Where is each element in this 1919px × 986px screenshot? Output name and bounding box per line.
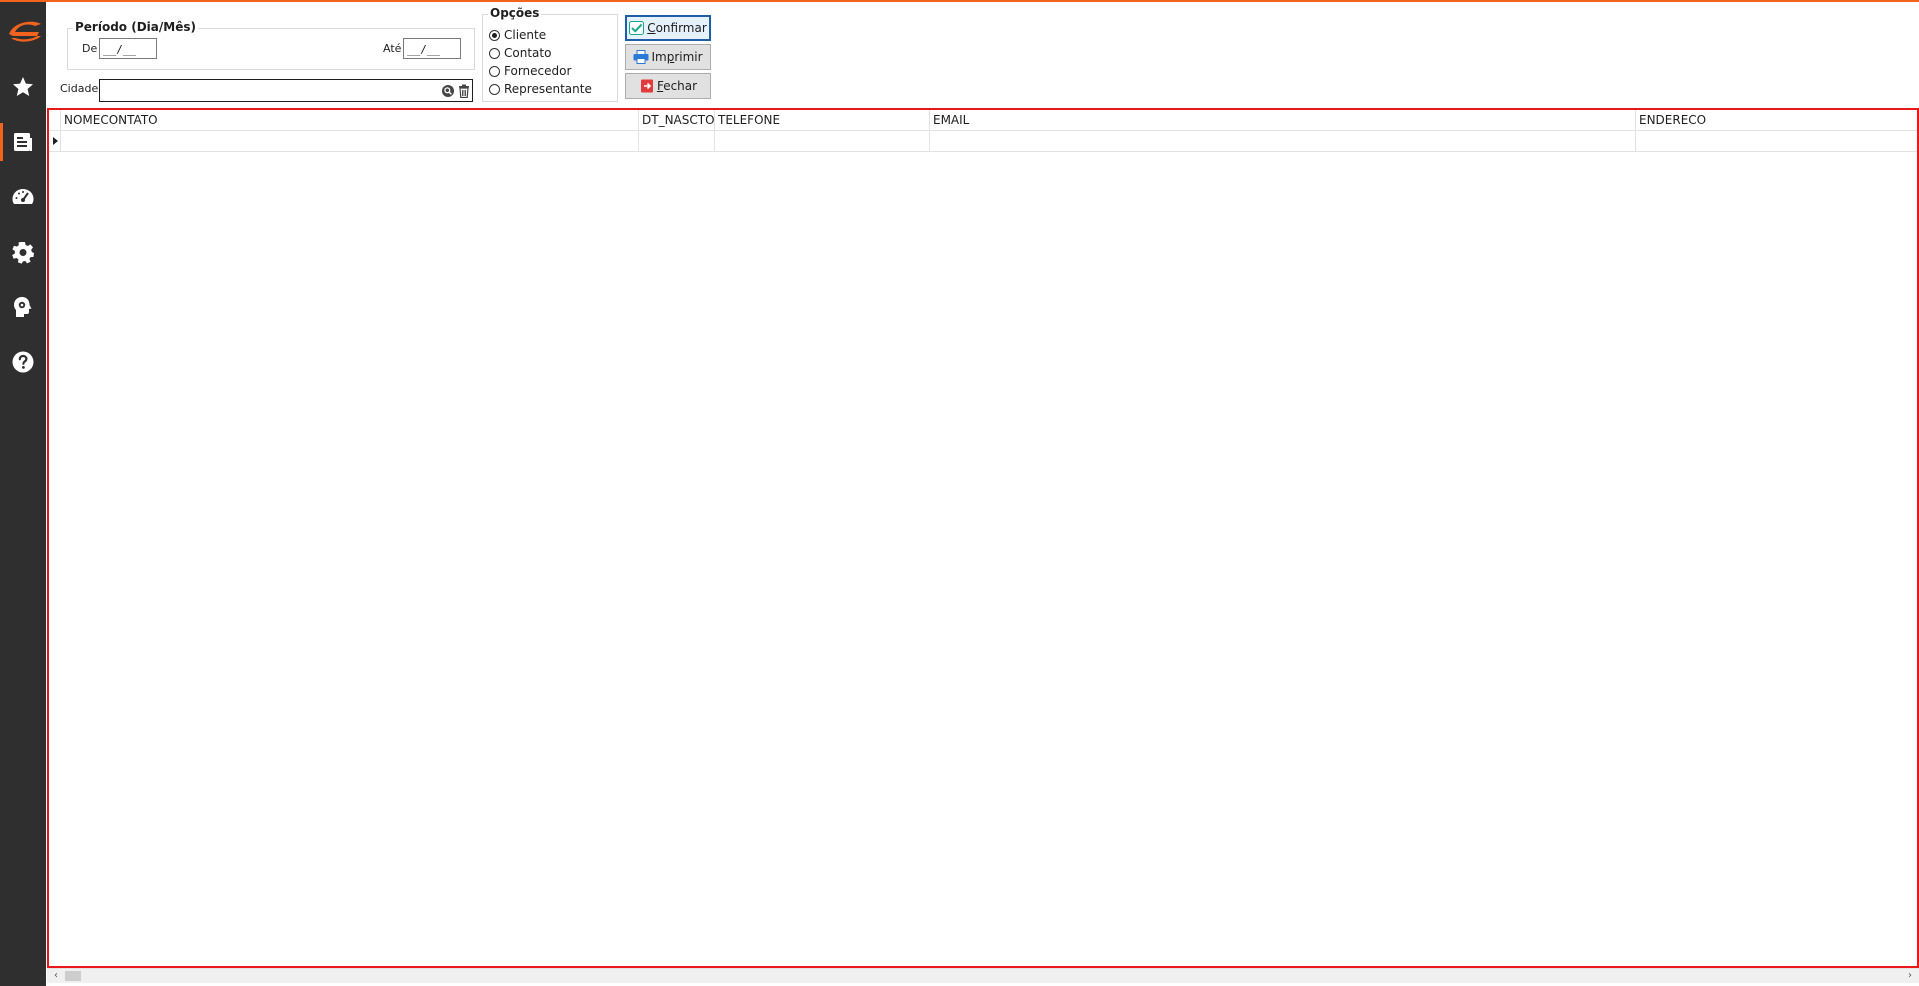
horizontal-scrollbar[interactable]: ‹ › (47, 968, 1919, 983)
option-cliente-label: Cliente (504, 28, 547, 42)
sidebar-item-favorites[interactable] (0, 64, 46, 110)
period-legend: Período (Dia/Mês) (73, 20, 198, 34)
grid-header: NOMECONTATO DT_NASCTO TELEFONE EMAIL END… (49, 110, 1917, 131)
sidebar-item-help[interactable] (0, 339, 46, 385)
period-to-input[interactable]: __/__ (403, 38, 461, 59)
printer-icon (633, 50, 649, 64)
column-header-email[interactable]: EMAIL (930, 110, 1636, 130)
cell-email[interactable] (930, 131, 1636, 151)
star-icon (13, 77, 33, 96)
scroll-left-icon[interactable]: ‹ (49, 969, 63, 983)
sidebar-item-reports[interactable] (0, 119, 46, 165)
sidebar (0, 2, 46, 986)
results-grid[interactable]: NOMECONTATO DT_NASCTO TELEFONE EMAIL END… (47, 108, 1919, 968)
confirm-label: Confirmar (647, 21, 707, 35)
option-representante[interactable]: Representante (489, 81, 592, 97)
top-accent-line (0, 0, 1919, 2)
column-header-nomecontato[interactable]: NOMECONTATO (61, 110, 639, 130)
print-button[interactable]: Imprimir (625, 44, 711, 70)
radio-representante[interactable] (489, 83, 500, 95)
column-header-endereco[interactable]: ENDERECO (1636, 110, 1917, 130)
option-contato-label: Contato (504, 46, 552, 60)
sidebar-item-settings[interactable] (0, 229, 46, 275)
period-from-label: De (82, 42, 98, 55)
option-contato[interactable]: Contato (489, 45, 551, 61)
table-row[interactable] (49, 131, 1917, 152)
city-input[interactable] (99, 79, 473, 102)
check-icon (629, 21, 645, 35)
period-from-input[interactable]: __/__ (99, 38, 157, 59)
option-representante-label: Representante (504, 82, 592, 96)
city-label: Cidade (60, 82, 99, 95)
cell-dt-nascto[interactable] (639, 131, 715, 151)
option-fornecedor-label: Fornecedor (504, 64, 572, 78)
cell-endereco[interactable] (1636, 131, 1917, 151)
close-button[interactable]: Fechar (625, 73, 711, 99)
radio-cliente[interactable] (489, 29, 500, 41)
brand-logo-icon[interactable] (5, 14, 45, 44)
help-icon (12, 351, 34, 373)
column-header-dt-nascto[interactable]: DT_NASCTO (639, 110, 715, 130)
radio-contato[interactable] (489, 47, 500, 59)
option-cliente[interactable]: Cliente (489, 27, 546, 43)
sidebar-item-intelligence[interactable] (0, 284, 46, 330)
options-legend: Opções (488, 6, 542, 20)
scroll-right-icon[interactable]: › (1903, 969, 1917, 983)
row-pointer-icon (53, 137, 58, 145)
speedometer-icon (12, 189, 34, 204)
option-fornecedor[interactable]: Fornecedor (489, 63, 571, 79)
print-label: Imprimir (651, 50, 703, 64)
cell-nomecontato[interactable] (61, 131, 639, 151)
scrollbar-thumb[interactable] (65, 971, 81, 981)
close-label: Fechar (656, 79, 698, 93)
search-icon[interactable] (441, 84, 455, 98)
sidebar-item-dashboard[interactable] (0, 174, 46, 220)
period-to-label: Até (383, 42, 402, 55)
row-indicator-cell (49, 131, 61, 151)
confirm-button[interactable]: Confirmar (625, 15, 711, 41)
report-icon (14, 133, 32, 151)
cell-telefone[interactable] (715, 131, 930, 151)
period-group: Período (Dia/Mês) De __/__ Até __/__ (67, 20, 475, 70)
exit-icon (640, 79, 653, 93)
trash-icon[interactable] (457, 84, 471, 98)
head-gear-icon (14, 297, 32, 317)
gear-icon (12, 242, 34, 264)
options-group: Opções Cliente Contato Fornecedor Repres… (482, 6, 618, 102)
column-header-telefone[interactable]: TELEFONE (715, 110, 930, 130)
radio-fornecedor[interactable] (489, 65, 500, 77)
grid-indicator-header (49, 110, 61, 130)
